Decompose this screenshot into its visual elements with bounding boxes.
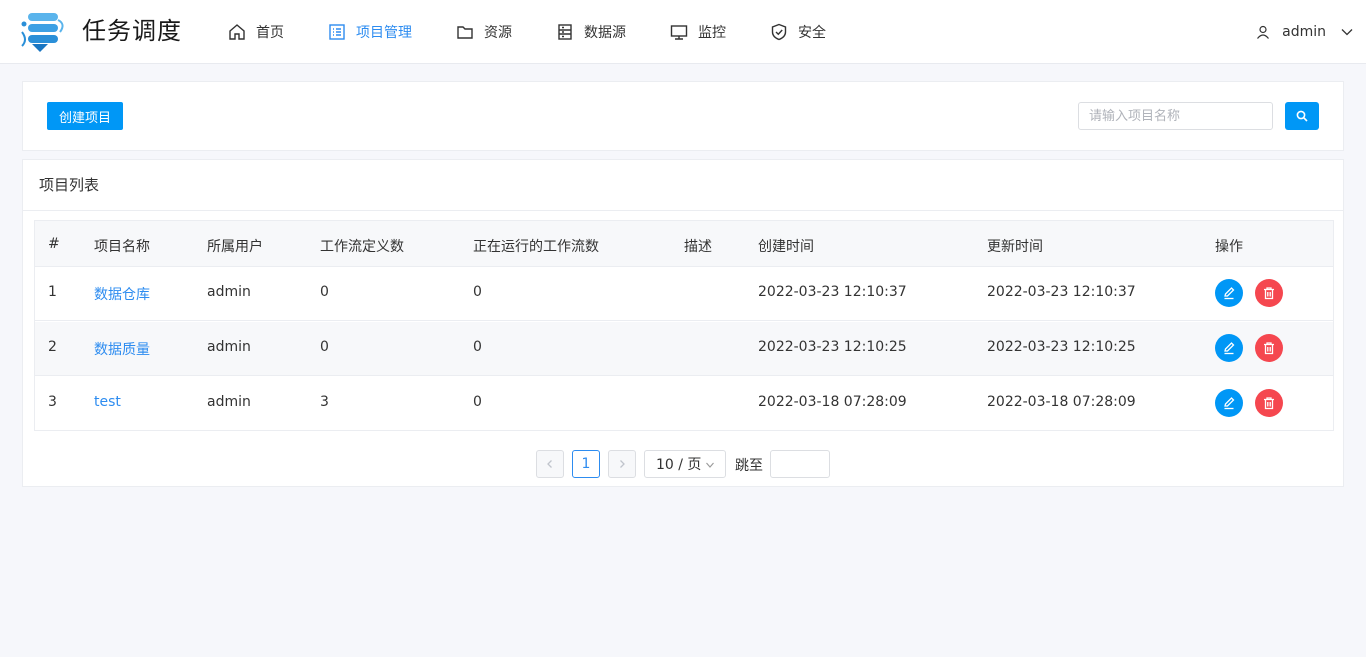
user-name: admin — [1282, 24, 1326, 40]
column-header-name: 项目名称 — [94, 239, 150, 255]
table-row: 2 数据质量 admin 0 0 2022-03-23 12:10:25 202… — [35, 322, 1333, 376]
row-index: 3 — [48, 394, 57, 410]
shield-icon — [771, 23, 787, 41]
row-owner: admin — [207, 339, 251, 355]
column-header-created: 创建时间 — [758, 239, 814, 255]
chevron-left-icon — [547, 460, 552, 468]
row-workflow-defs: 0 — [320, 339, 329, 355]
project-name-link[interactable]: 数据仓库 — [94, 284, 150, 304]
home-icon — [229, 24, 245, 40]
project-search-input[interactable] — [1078, 102, 1273, 130]
edit-button[interactable] — [1215, 334, 1243, 362]
row-owner: admin — [207, 394, 251, 410]
top-header: 任务调度 首页 项目管理 资源 数据源 监控 安全 admin — [0, 0, 1366, 64]
project-name-link[interactable]: 数据质量 — [94, 339, 150, 359]
column-header-workflow-defs: 工作流定义数 — [320, 239, 404, 255]
nav-label-datasource: 数据源 — [584, 25, 626, 41]
nav-item-projects[interactable]: 项目管理 — [328, 20, 412, 44]
jump-to-page-input[interactable] — [770, 450, 830, 478]
row-updated-time: 2022-03-18 07:28:09 — [987, 394, 1136, 410]
prev-page-button[interactable] — [536, 450, 564, 478]
row-created-time: 2022-03-18 07:28:09 — [758, 394, 907, 410]
nav-item-home[interactable]: 首页 — [228, 20, 284, 44]
nav-item-resources[interactable]: 资源 — [456, 20, 512, 44]
list-title: 项目列表 — [39, 176, 100, 194]
toolbar-card: 创建项目 — [22, 81, 1344, 151]
user-menu[interactable]: admin — [1256, 20, 1354, 44]
nav-label-resources: 资源 — [484, 25, 512, 41]
app-title: 任务调度 — [82, 17, 182, 45]
next-page-button[interactable] — [608, 450, 636, 478]
column-header-updated: 更新时间 — [987, 239, 1043, 255]
app-logo[interactable] — [20, 10, 70, 54]
search-icon — [1296, 110, 1308, 122]
column-header-actions: 操作 — [1215, 239, 1243, 255]
nav-label-security: 安全 — [798, 25, 826, 41]
row-running-workflows: 0 — [473, 284, 482, 300]
column-header-index: # — [48, 236, 60, 252]
row-created-time: 2022-03-23 12:10:37 — [758, 284, 907, 300]
page-size-select[interactable]: 10 / 页 — [644, 450, 726, 478]
row-updated-time: 2022-03-23 12:10:37 — [987, 284, 1136, 300]
row-workflow-defs: 3 — [320, 394, 329, 410]
edit-icon — [1224, 342, 1235, 355]
table-header: # 项目名称 所属用户 工作流定义数 正在运行的工作流数 描述 创建时间 更新时… — [35, 221, 1333, 267]
delete-button[interactable] — [1255, 279, 1283, 307]
database-icon — [558, 24, 572, 40]
edit-button[interactable] — [1215, 279, 1243, 307]
project-list-card: 项目列表 # 项目名称 所属用户 工作流定义数 正在运行的工作流数 描述 创建时… — [22, 159, 1344, 487]
create-project-button[interactable]: 创建项目 — [47, 102, 123, 130]
row-updated-time: 2022-03-23 12:10:25 — [987, 339, 1136, 355]
nav-label-projects: 项目管理 — [356, 25, 412, 41]
edit-icon — [1224, 287, 1235, 300]
chevron-right-icon — [620, 460, 625, 468]
nav-item-monitor[interactable]: 监控 — [670, 20, 726, 44]
chevron-down-icon — [1341, 29, 1353, 36]
edit-icon — [1224, 397, 1235, 410]
table-row: 1 数据仓库 admin 0 0 2022-03-23 12:10:37 202… — [35, 267, 1333, 321]
page-number-current[interactable]: 1 — [572, 450, 600, 478]
row-running-workflows: 0 — [473, 394, 482, 410]
row-owner: admin — [207, 284, 251, 300]
column-header-running-workflows: 正在运行的工作流数 — [473, 239, 599, 255]
project-name-link[interactable]: test — [94, 394, 121, 410]
trash-icon — [1264, 397, 1274, 410]
monitor-icon — [670, 25, 688, 40]
column-header-description: 描述 — [684, 239, 712, 255]
delete-button[interactable] — [1255, 389, 1283, 417]
table-row: 3 test admin 3 0 2022-03-18 07:28:09 202… — [35, 377, 1333, 431]
nav-item-security[interactable]: 安全 — [770, 20, 826, 44]
project-table: # 项目名称 所属用户 工作流定义数 正在运行的工作流数 描述 创建时间 更新时… — [34, 220, 1334, 431]
row-running-workflows: 0 — [473, 339, 482, 355]
nav-item-datasource[interactable]: 数据源 — [556, 20, 626, 44]
nav-label-monitor: 监控 — [698, 25, 726, 41]
row-workflow-defs: 0 — [320, 284, 329, 300]
delete-button[interactable] — [1255, 334, 1283, 362]
divider — [23, 210, 1343, 211]
jump-to-label: 跳至 — [735, 458, 763, 474]
search-button[interactable] — [1285, 102, 1319, 130]
row-index: 1 — [48, 284, 57, 300]
row-index: 2 — [48, 339, 57, 355]
page-size-value: 10 / 页 — [656, 457, 702, 473]
trash-icon — [1264, 287, 1274, 300]
user-icon — [1257, 25, 1270, 39]
row-created-time: 2022-03-23 12:10:25 — [758, 339, 907, 355]
column-header-owner: 所属用户 — [207, 239, 263, 255]
project-list-icon — [329, 24, 345, 40]
edit-button[interactable] — [1215, 389, 1243, 417]
nav-label-home: 首页 — [256, 25, 284, 41]
folder-icon — [457, 26, 473, 39]
chevron-down-icon — [706, 462, 714, 468]
trash-icon — [1264, 342, 1274, 355]
